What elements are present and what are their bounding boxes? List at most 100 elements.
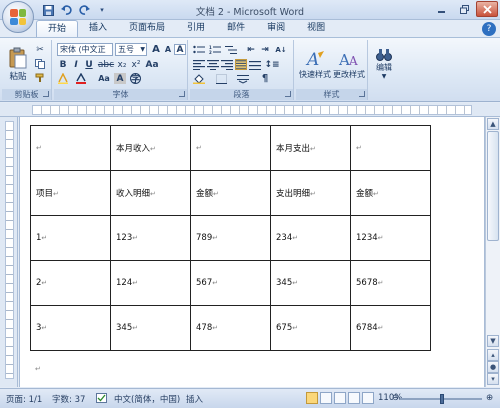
minimize-icon[interactable] xyxy=(430,1,452,17)
table-cell[interactable]: 金额↵ xyxy=(190,170,271,216)
enclose-character-icon[interactable]: 字 xyxy=(130,73,141,85)
proofing-icon[interactable] xyxy=(96,393,107,406)
shrink-font-icon[interactable]: A xyxy=(162,44,174,55)
table-cell[interactable]: 本月支出↵ xyxy=(270,125,351,171)
format-painter-icon[interactable] xyxy=(34,72,46,83)
print-layout-icon[interactable] xyxy=(306,392,318,404)
previous-page-icon[interactable]: ▴ xyxy=(487,349,499,361)
dialog-launcher-icon[interactable] xyxy=(43,91,49,97)
tab-review[interactable]: 审阅 xyxy=(256,20,296,38)
table-cell[interactable]: 1↵ xyxy=(30,215,111,261)
document-area[interactable]: ↵ 本月收入↵ ↵ 本月支出↵ ↵ 项目↵ 收入明细↵ 金额↵ 支出明细↵ 金额… xyxy=(19,117,485,387)
dialog-launcher-icon[interactable] xyxy=(285,91,291,97)
clear-formatting-icon[interactable]: A xyxy=(174,44,186,55)
justify-icon[interactable] xyxy=(235,59,247,70)
web-layout-icon[interactable] xyxy=(334,392,346,404)
show-marks-icon[interactable]: ¶ xyxy=(259,73,271,84)
character-shading-icon[interactable]: A xyxy=(114,73,126,84)
next-page-icon[interactable]: ▾ xyxy=(487,373,499,385)
change-case-icon[interactable]: Aa xyxy=(145,59,158,70)
font-color-icon[interactable] xyxy=(75,73,87,84)
underline-icon[interactable]: U xyxy=(83,59,95,70)
subscript-icon[interactable]: x₂ xyxy=(116,59,128,70)
browse-object-icon[interactable]: ● xyxy=(487,361,499,373)
tab-page-layout[interactable]: 页面布局 xyxy=(118,20,176,38)
table-cell[interactable]: 234↵ xyxy=(270,215,351,261)
scroll-down-icon[interactable]: ▼ xyxy=(487,335,499,347)
restore-icon[interactable] xyxy=(453,1,475,17)
zoom-slider-thumb[interactable] xyxy=(440,394,444,404)
character-scale-icon[interactable]: Aa xyxy=(98,73,110,84)
table-cell[interactable]: 金额↵ xyxy=(350,170,431,216)
shading-icon[interactable] xyxy=(193,73,205,84)
paste-button[interactable]: 粘贴 xyxy=(6,44,30,84)
office-button[interactable] xyxy=(2,1,34,33)
zoom-in-icon[interactable]: ⊕ xyxy=(486,393,493,403)
sort-icon[interactable]: A↓ xyxy=(275,44,287,55)
data-table[interactable]: ↵ 本月收入↵ ↵ 本月支出↵ ↵ 项目↵ 收入明细↵ 金额↵ 支出明细↵ 金额… xyxy=(30,125,431,351)
align-right-icon[interactable] xyxy=(221,59,233,70)
align-center-icon[interactable] xyxy=(207,59,219,70)
superscript-icon[interactable]: x² xyxy=(130,59,142,70)
change-styles-button[interactable]: AA 更改样式 xyxy=(332,42,366,86)
language-status[interactable]: 中文(简体，中国) xyxy=(114,393,180,405)
document-page[interactable]: ↵ 本月收入↵ ↵ 本月支出↵ ↵ 项目↵ 收入明细↵ 金额↵ 支出明细↵ 金额… xyxy=(20,117,484,387)
table-cell[interactable]: ↵ xyxy=(350,125,431,171)
tab-mailings[interactable]: 邮件 xyxy=(216,20,256,38)
outline-icon[interactable] xyxy=(348,392,360,404)
dialog-launcher-icon[interactable] xyxy=(179,91,185,97)
table-cell[interactable]: 675↵ xyxy=(270,305,351,351)
table-cell[interactable]: 789↵ xyxy=(190,215,271,261)
table-cell[interactable]: 478↵ xyxy=(190,305,271,351)
table-cell[interactable]: 1234↵ xyxy=(350,215,431,261)
cut-icon[interactable]: ✂ xyxy=(34,44,46,55)
draft-icon[interactable] xyxy=(362,392,374,404)
tab-view[interactable]: 视图 xyxy=(296,20,336,38)
numbering-icon[interactable]: 12 xyxy=(209,44,221,55)
copy-icon[interactable] xyxy=(34,58,46,69)
strikethrough-icon[interactable]: abc xyxy=(98,59,114,70)
table-cell[interactable]: 2↵ xyxy=(30,260,111,306)
word-count[interactable]: 字数: 37 xyxy=(52,393,85,405)
borders-icon[interactable] xyxy=(215,73,227,84)
table-cell[interactable]: 345↵ xyxy=(110,305,191,351)
table-cell[interactable]: 项目↵ xyxy=(30,170,111,216)
increase-indent-icon[interactable]: ⇥ xyxy=(259,44,271,55)
multilevel-list-icon[interactable] xyxy=(225,44,237,55)
help-icon[interactable]: ? xyxy=(482,22,496,36)
table-cell[interactable]: 567↵ xyxy=(190,260,271,306)
distributed-icon[interactable] xyxy=(249,59,261,70)
chinese-layout-icon[interactable] xyxy=(237,73,249,84)
table-cell[interactable]: 支出明细↵ xyxy=(270,170,351,216)
editing-button[interactable]: 编辑 ▼ xyxy=(371,42,397,86)
table-cell[interactable]: ↵ xyxy=(190,125,271,171)
quick-styles-button[interactable]: A 快速样式 xyxy=(298,42,332,86)
table-cell[interactable]: ↵ xyxy=(30,125,111,171)
align-left-icon[interactable] xyxy=(193,59,205,70)
tab-home[interactable]: 开始 xyxy=(36,20,79,38)
table-cell[interactable]: 本月收入↵ xyxy=(110,125,191,171)
tab-references[interactable]: 引用 xyxy=(176,20,216,38)
line-spacing-icon[interactable]: ↕≡ xyxy=(264,59,279,70)
table-cell[interactable]: 5678↵ xyxy=(350,260,431,306)
vertical-scrollbar[interactable]: ▲ ▼ ▴ ● ▾ xyxy=(485,117,500,387)
horizontal-ruler[interactable] xyxy=(0,103,500,117)
dialog-launcher-icon[interactable] xyxy=(359,91,365,97)
table-cell[interactable]: 123↵ xyxy=(110,215,191,261)
grow-font-icon[interactable]: A xyxy=(150,44,162,55)
table-cell[interactable]: 6784↵ xyxy=(350,305,431,351)
text-effects-icon[interactable] xyxy=(57,73,69,84)
table-cell[interactable]: 345↵ xyxy=(270,260,351,306)
bullets-icon[interactable] xyxy=(193,44,205,55)
tab-insert[interactable]: 插入 xyxy=(78,20,118,38)
vertical-ruler[interactable] xyxy=(0,117,18,387)
font-name-select[interactable]: 宋体 (中文正 xyxy=(57,43,113,56)
full-screen-reading-icon[interactable] xyxy=(320,392,332,404)
zoom-out-icon[interactable]: ⊖ xyxy=(392,393,399,403)
page-count[interactable]: 页面: 1/1 xyxy=(6,393,42,405)
italic-icon[interactable]: I xyxy=(70,59,82,70)
decrease-indent-icon[interactable]: ⇤ xyxy=(245,44,257,55)
insert-mode[interactable]: 插入 xyxy=(186,393,203,405)
scroll-up-icon[interactable]: ▲ xyxy=(487,118,499,130)
table-cell[interactable]: 3↵ xyxy=(30,305,111,351)
